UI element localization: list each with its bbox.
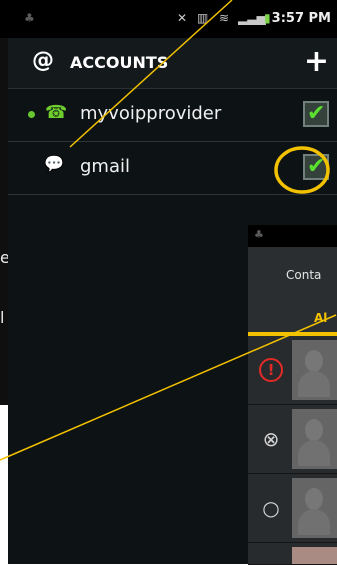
account-label: gmail <box>80 156 130 177</box>
tab-contacts[interactable]: Conta <box>248 247 337 306</box>
busy-icon: ⊗ <box>262 427 280 451</box>
account-enabled-checkbox[interactable]: ✔ <box>303 154 329 180</box>
contact-row[interactable]: ○ <box>248 474 337 543</box>
phone-icon: ☎ <box>45 102 68 123</box>
contacts-status-bar: ♣ <box>248 225 337 247</box>
warning-icon: ! <box>259 358 283 382</box>
mute-icon: ✕ <box>177 11 188 25</box>
offline-icon: ○ <box>262 496 280 520</box>
status-bar: ♣ ✕ ▥ ≋ ▂▃▅ ▮ 3:57 PM <box>0 0 337 38</box>
tab-all-label: Al <box>314 311 328 325</box>
check-icon: ✔ <box>307 154 326 179</box>
at-icon: @ <box>32 48 54 73</box>
account-row-myvoipprovider[interactable]: ☎ myvoipprovider ✔ <box>8 89 337 142</box>
check-icon: ✔ <box>307 101 326 126</box>
signal-icon: ▂▃▅ <box>238 11 266 25</box>
account-row-gmail[interactable]: 💬 gmail ✔ <box>8 142 337 195</box>
battery-icon: ▮ <box>264 11 271 25</box>
contact-row[interactable] <box>248 543 337 565</box>
avatar <box>292 478 337 538</box>
android-icon: ♣ <box>254 228 264 241</box>
android-icon: ♣ <box>24 11 35 25</box>
tab-all[interactable]: Al <box>248 305 337 336</box>
contact-row[interactable]: ! <box>248 336 337 405</box>
wifi-icon: ≋ <box>219 11 230 25</box>
account-label: myvoipprovider <box>80 103 222 124</box>
tab-contacts-label: Conta <box>286 268 322 282</box>
contact-row[interactable]: ⊗ <box>248 405 337 474</box>
vibrate-icon: ▥ <box>197 11 209 25</box>
account-enabled-checkbox[interactable]: ✔ <box>303 101 329 127</box>
accounts-title: ACCOUNTS <box>70 53 169 72</box>
accounts-header: @ ACCOUNTS + <box>8 38 337 89</box>
avatar <box>292 340 337 400</box>
chat-icon: 💬 <box>44 154 64 173</box>
contacts-panel: ♣ Conta Al ! ⊗ ○ <box>248 225 337 565</box>
avatar <box>292 547 337 564</box>
online-status-icon <box>28 111 35 118</box>
avatar <box>292 409 337 469</box>
status-time: 3:57 PM <box>271 11 331 26</box>
add-account-button[interactable]: + <box>304 44 329 79</box>
